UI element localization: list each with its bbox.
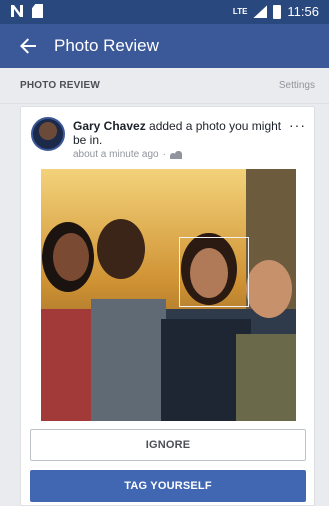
clock: 11:56 <box>287 4 319 19</box>
network-type: LTE <box>232 7 248 16</box>
face-tag-box[interactable] <box>179 237 249 307</box>
ignore-button[interactable]: IGNORE <box>30 429 306 461</box>
post-text: Gary Chavez added a photo you might be i… <box>73 119 288 147</box>
settings-link[interactable]: Settings <box>279 80 315 91</box>
post-meta: about a minute ago · <box>73 149 182 160</box>
photo-image <box>41 169 296 421</box>
back-arrow-icon[interactable] <box>18 36 38 56</box>
friends-icon <box>169 150 182 159</box>
more-icon[interactable]: ··· <box>289 117 306 133</box>
page-title: Photo Review <box>54 36 159 55</box>
app-bar: Photo Review <box>0 24 329 68</box>
photo[interactable] <box>41 169 296 421</box>
author-name[interactable]: Gary Chavez <box>73 119 146 133</box>
tag-yourself-button[interactable]: TAG YOURSELF <box>30 470 306 502</box>
signal-icon <box>253 5 268 18</box>
sim-card-icon <box>32 4 43 18</box>
battery-icon <box>273 4 282 19</box>
section-title: PHOTO REVIEW <box>20 80 101 91</box>
avatar[interactable] <box>31 117 65 151</box>
post-time[interactable]: about a minute ago <box>73 149 159 160</box>
post-header: Gary Chavez added a photo you might be i… <box>31 117 306 173</box>
notification-icon <box>10 4 24 18</box>
section-header: PHOTO REVIEW Settings <box>0 68 329 104</box>
photo-review-card: Gary Chavez added a photo you might be i… <box>20 106 315 506</box>
status-bar: LTE 11:56 <box>0 0 329 24</box>
